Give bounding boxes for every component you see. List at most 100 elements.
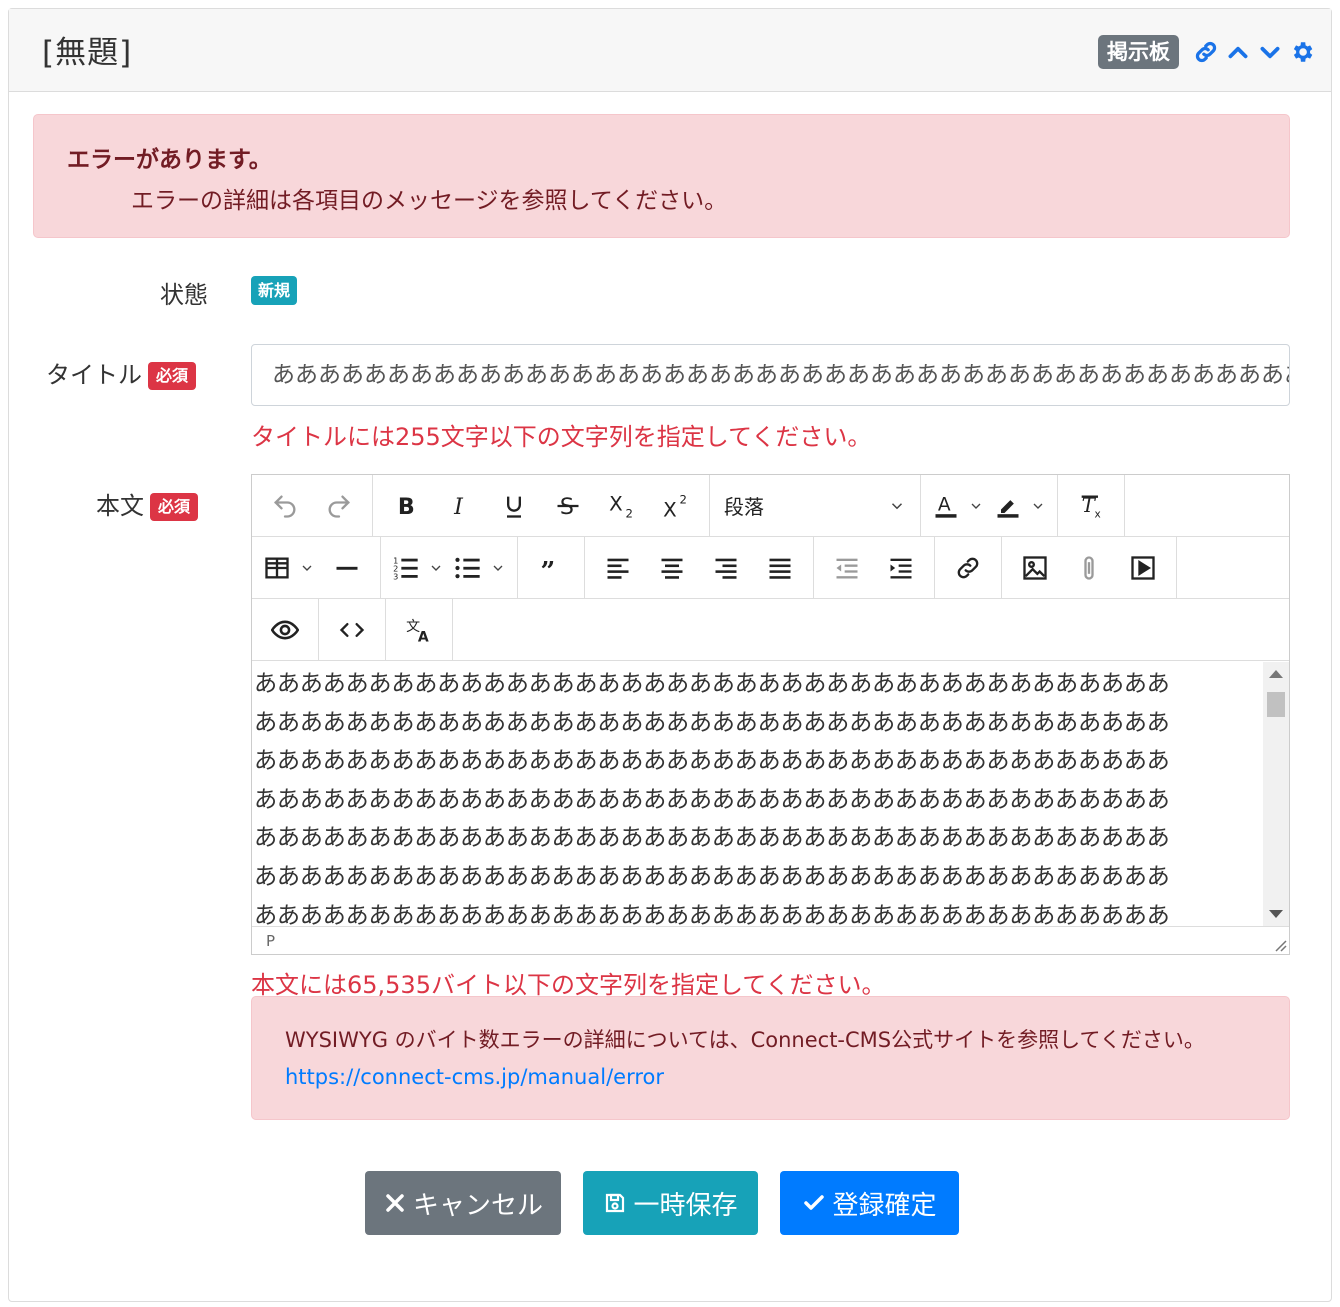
strikethrough-icon[interactable]: S	[546, 484, 590, 528]
text-color-icon: A	[935, 494, 957, 518]
redo-icon[interactable]	[317, 484, 361, 528]
status-label: 状態	[160, 281, 208, 309]
body-error: 本文には65,535バイト以下の文字列を指定してください。	[251, 971, 886, 999]
link-icon[interactable]	[1191, 37, 1221, 67]
close-icon	[386, 1194, 404, 1212]
align-right-icon[interactable]	[704, 546, 748, 590]
block-format-select[interactable]: 段落	[710, 491, 920, 520]
content-line: ああああああああああああああああああああああああああああああああああああああああ	[254, 901, 1170, 926]
save-icon	[606, 1193, 625, 1213]
numbered-list-button[interactable]: 123	[392, 546, 444, 590]
chevron-down-icon	[971, 503, 981, 509]
resize-handle-icon[interactable]	[1273, 938, 1287, 952]
temp-save-button[interactable]: 一時保存	[583, 1171, 758, 1235]
outdent-icon[interactable]	[825, 546, 869, 590]
editor-content[interactable]: ああああああああああああああああああああああああああああああああああああああああ…	[252, 662, 1289, 926]
horizontal-rule-icon[interactable]	[325, 546, 369, 590]
element-path[interactable]: P	[266, 932, 275, 950]
text-color-button[interactable]: A	[932, 484, 984, 528]
chevron-down-icon	[431, 565, 441, 571]
align-left-icon[interactable]	[596, 546, 640, 590]
content-line: ああああああああああああああああああああああああああああああああああああああああ	[254, 747, 1170, 775]
toolbar-row-2: 123 ”	[252, 537, 1289, 599]
image-icon[interactable]	[1013, 546, 1057, 590]
error-alert: エラーがあります。 エラーの詳細は各項目のメッセージを参照してください。	[33, 114, 1290, 238]
required-badge: 必須	[150, 493, 199, 521]
table-icon	[265, 557, 289, 578]
svg-text:3: 3	[393, 571, 398, 581]
svg-text:B: B	[398, 494, 415, 520]
scroll-thumb[interactable]	[1267, 692, 1285, 717]
media-icon[interactable]	[1121, 546, 1165, 590]
status-badge: 新規	[251, 276, 298, 305]
chevron-up-icon[interactable]	[1223, 37, 1253, 67]
scroll-down-arrow[interactable]	[1269, 910, 1283, 918]
svg-text:2: 2	[680, 492, 687, 506]
underline-icon[interactable]	[492, 484, 536, 528]
toolbar-row-3: 文A	[252, 599, 1289, 661]
subscript-icon[interactable]: X2	[600, 484, 644, 528]
svg-text:X: X	[609, 492, 623, 515]
translate-icon[interactable]: 文A	[397, 608, 441, 652]
check-icon	[804, 1195, 825, 1210]
cancel-button[interactable]: キャンセル	[365, 1171, 561, 1235]
source-code-icon[interactable]	[330, 608, 374, 652]
editor-statusbar: P	[252, 926, 1289, 954]
frame-tools: 掲示板	[1098, 35, 1317, 69]
chevron-down-icon	[302, 565, 312, 571]
wysiwyg-editor: B I S X2 X2 段落 A Tx	[251, 474, 1290, 955]
content-line: ああああああああああああああああああああああああああああああああああああああああ	[254, 824, 1170, 852]
highlight-color-button[interactable]	[994, 484, 1046, 528]
chevron-down-icon	[891, 502, 903, 509]
manual-error-link[interactable]: https://connect-cms.jp/manual/error	[285, 1065, 664, 1089]
svg-text:2: 2	[626, 506, 633, 519]
svg-text:A: A	[418, 629, 429, 643]
content-line: ああああああああああああああああああああああああああああああああああああああああ	[254, 862, 1170, 890]
numbered-list-icon: 123	[393, 555, 418, 581]
toolbar-row-1: B I S X2 X2 段落 A Tx	[252, 475, 1289, 537]
svg-text:x: x	[1095, 508, 1101, 519]
blockquote-icon[interactable]: ”	[529, 546, 573, 590]
chevron-down-icon[interactable]	[1255, 37, 1285, 67]
svg-text:”: ”	[541, 556, 556, 581]
editor-scrollbar[interactable]	[1263, 662, 1289, 926]
indent-icon[interactable]	[879, 546, 923, 590]
title-label-group: タイトル 必須	[46, 355, 197, 390]
content-line: ああああああああああああああああああああああああああああああああああああああああ	[254, 708, 1170, 736]
superscript-icon[interactable]: X2	[654, 484, 698, 528]
frame-title: [無題]	[42, 35, 133, 71]
body-label: 本文	[96, 492, 144, 520]
svg-text:A: A	[938, 494, 951, 515]
frame-header: [無題] 掲示板	[9, 9, 1331, 92]
error-alert-detail: エラーの詳細は各項目のメッセージを参照してください。	[131, 188, 728, 214]
chevron-down-icon	[493, 565, 503, 571]
undo-icon[interactable]	[263, 484, 307, 528]
bullet-list-button[interactable]	[454, 546, 506, 590]
chevron-down-icon	[1033, 503, 1043, 509]
svg-text:I: I	[453, 494, 464, 520]
title-label: タイトル	[46, 361, 142, 389]
bullet-list-icon	[455, 557, 480, 578]
preview-eye-icon[interactable]	[263, 608, 307, 652]
error-alert-heading: エラーがあります。	[67, 147, 272, 173]
clear-format-icon[interactable]: Tx	[1069, 484, 1113, 528]
submit-button[interactable]: 登録確定	[780, 1171, 959, 1235]
required-badge: 必須	[148, 362, 197, 390]
attachment-icon[interactable]	[1067, 546, 1111, 590]
content-line: ああああああああああああああああああああああああああああああああああああああああ	[254, 670, 1170, 697]
highlighter-icon	[997, 499, 1019, 518]
wysiwyg-alert: WYSIWYG のバイト数エラーの詳細については、Connect-CMS公式サイ…	[251, 996, 1290, 1120]
link-icon[interactable]	[946, 546, 990, 590]
bold-icon[interactable]: B	[384, 484, 428, 528]
scroll-up-arrow[interactable]	[1269, 670, 1283, 678]
align-justify-icon[interactable]	[758, 546, 802, 590]
table-button[interactable]	[263, 546, 315, 590]
editor-content-lines: ああああああああああああああああああああああああああああああああああああああああ…	[254, 665, 1259, 926]
temp-save-button-label: 一時保存	[633, 1190, 738, 1221]
content-line: ああああああああああああああああああああああああああああああああああああああああ	[254, 785, 1170, 813]
italic-icon[interactable]: I	[438, 484, 482, 528]
svg-text:X: X	[663, 498, 677, 520]
title-input[interactable]: ああああああああああああああああああああああああああああああああああああああああ…	[251, 344, 1290, 406]
gear-icon[interactable]	[1287, 37, 1317, 67]
align-center-icon[interactable]	[650, 546, 694, 590]
